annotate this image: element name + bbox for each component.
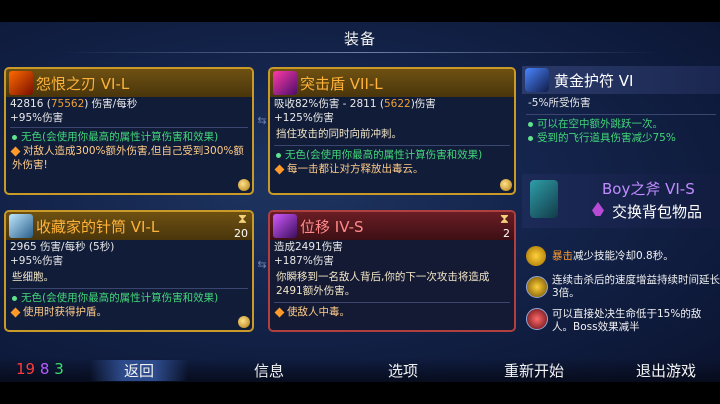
bullet-icon (12, 134, 17, 140)
effect-icon (10, 146, 21, 156)
survival-count: 3 (54, 360, 64, 378)
legendary-icon (238, 179, 250, 191)
inventory-screen: 装备 怨恨之刃 VI-L 42816 (75562) 伤害/每秒 +95%伤害 … (0, 22, 720, 382)
speed-mutation-icon (526, 276, 548, 298)
item-affix: 无色(会使用你最高的属性计算伤害和效果) (6, 291, 252, 305)
amulet-icon (525, 68, 549, 92)
amulet-name: 黄金护符 VI (554, 72, 634, 90)
item-effect: 每一击都让对方释放出毒云。 (270, 162, 514, 176)
weapon-card-primary[interactable]: 怨恨之刃 VI-L 42816 (75562) 伤害/每秒 +95%伤害 无色(… (4, 67, 254, 195)
amulet-affix: 受到的飞行道具伤害减少75% (522, 131, 720, 145)
item-effect: 使用时获得护盾。 (6, 305, 252, 319)
legendary-icon (500, 179, 512, 191)
amulet-header: 黄金护符 VI (522, 66, 720, 94)
outfit-panel[interactable]: Boy之斧 VI-S 交换背包物品 (522, 174, 720, 228)
bullet-icon (12, 295, 17, 301)
cooldown-hourglass-icon: ⧗ (499, 212, 509, 227)
mutation-row[interactable]: 可以直接处决生命低于15%的敌人。Boss效果减半 (522, 306, 720, 332)
menu-info[interactable]: 信息 (254, 360, 284, 381)
item-name: 突击盾 VII-L (300, 75, 383, 93)
item-description: 些细胞。 (12, 271, 54, 283)
item-bonus: +187%伤害 (274, 255, 334, 267)
blade-icon (9, 71, 33, 95)
gem-counters: 19 8 3 (16, 360, 64, 378)
divider (526, 114, 716, 115)
item-dps: 2965 伤害/每秒 (5秒) (10, 241, 115, 253)
card-header: 收藏家的针筒 VI-L ⧗ 20 (6, 212, 252, 240)
cooldown-hourglass-icon: ⧗ (237, 212, 247, 227)
menu-options[interactable]: 选项 (388, 360, 418, 381)
letterbox-top (0, 0, 720, 22)
divider (10, 127, 248, 128)
amulet-panel[interactable]: 黄金护符 VI -5%所受伤害 可以在空中额外跳跃一次。 受到的飞行道具伤害减少… (522, 66, 720, 145)
screen-title: 装备 (343, 30, 376, 48)
letterbox-bottom (0, 382, 720, 404)
backpack-icon (592, 202, 604, 216)
item-damage: 造成2491伤害 (274, 241, 343, 253)
swap-arrow-icon[interactable]: ⇆ (255, 259, 269, 270)
amulet-stat: -5%所受伤害 (528, 97, 591, 109)
menu-back[interactable]: 返回 (90, 360, 189, 381)
effect-icon (274, 307, 285, 317)
swap-arrow-icon[interactable]: ⇆ (255, 115, 269, 126)
skill-card-syringe[interactable]: 收藏家的针筒 VI-L ⧗ 20 2965 伤害/每秒 (5秒) +95%伤害 … (4, 210, 254, 332)
item-effect: 使敌人中毒。 (270, 305, 514, 319)
title-divider (60, 52, 660, 53)
cooldown-value: 20 (234, 227, 248, 240)
syringe-icon (9, 214, 33, 238)
card-header: 突击盾 VII-L (270, 69, 514, 97)
divider (274, 145, 510, 146)
divider (274, 302, 510, 303)
skill-card-blink[interactable]: 位移 IV-S ⧗ 2 造成2491伤害 +187%伤害 你瞬移到一名敌人背后,… (268, 210, 516, 332)
bullet-icon (528, 135, 533, 141)
swap-backpack-action[interactable]: 交换背包物品 (612, 201, 702, 222)
shield-card[interactable]: 突击盾 VII-L 吸收82%伤害 - 2811 (5622)伤害 +125%伤… (268, 67, 516, 195)
divider (10, 288, 248, 289)
item-description: 挡住攻击的同时向前冲刺。 (276, 128, 402, 140)
item-name: 怨恨之刃 VI-L (36, 75, 130, 93)
mutation-row[interactable]: 连续击杀后的速度增益持续时间延长3倍。 (522, 272, 720, 302)
amulet-affix: 可以在空中额外跳跃一次。 (522, 117, 720, 131)
cooldown-value: 2 (503, 227, 510, 240)
item-affix: 无色(会使用你最高的属性计算伤害和效果) (270, 148, 514, 162)
outfit-name: Boy之斧 VI-S (602, 180, 695, 198)
mutation-text: 连续击杀后的速度增益持续时间延长3倍。 (552, 274, 720, 299)
item-bonus: +95%伤害 (10, 255, 64, 267)
item-name: 位移 IV-S (300, 218, 364, 236)
bullet-icon (528, 121, 533, 127)
mutation-text: 暴击减少技能冷却0.8秒。 (552, 250, 674, 262)
item-dps: 42816 (75562) 伤害/每秒 (10, 98, 138, 110)
item-bonus: +125%伤害 (274, 112, 334, 124)
card-header: 怨恨之刃 VI-L (6, 69, 252, 97)
mutation-row[interactable]: 暴击减少技能冷却0.8秒。 (522, 246, 720, 268)
item-name: 收藏家的针筒 VI-L (36, 218, 160, 236)
crit-mutation-icon (526, 246, 546, 266)
item-bonus: +95%伤害 (10, 112, 64, 124)
item-effect: 对敌人造成300%额外伤害,但自己受到300%额外伤害! (10, 145, 244, 171)
item-description: 你瞬移到一名敌人背后,你的下一次攻击将造成2491额外伤害。 (276, 271, 490, 297)
menu-quit[interactable]: 退出游戏 (636, 360, 696, 381)
mutation-text: 可以直接处决生命低于15%的敌人。Boss效果减半 (552, 308, 702, 332)
item-affix: 无色(会使用你最高的属性计算伤害和效果) (6, 130, 252, 144)
legendary-icon (238, 316, 250, 328)
card-header: 位移 IV-S ⧗ 2 (270, 212, 514, 240)
menu-restart[interactable]: 重新开始 (504, 360, 564, 381)
blink-icon (273, 214, 297, 238)
effect-icon (10, 307, 21, 317)
shield-icon (273, 71, 297, 95)
item-absorb: 吸收82%伤害 - 2811 (5622)伤害 (274, 98, 436, 110)
brutality-count: 19 (16, 360, 36, 378)
effect-icon (274, 164, 285, 174)
tactics-count: 8 (39, 360, 50, 378)
axe-outfit-icon (530, 180, 558, 218)
execute-mutation-icon (526, 308, 548, 330)
bullet-icon (276, 152, 281, 158)
